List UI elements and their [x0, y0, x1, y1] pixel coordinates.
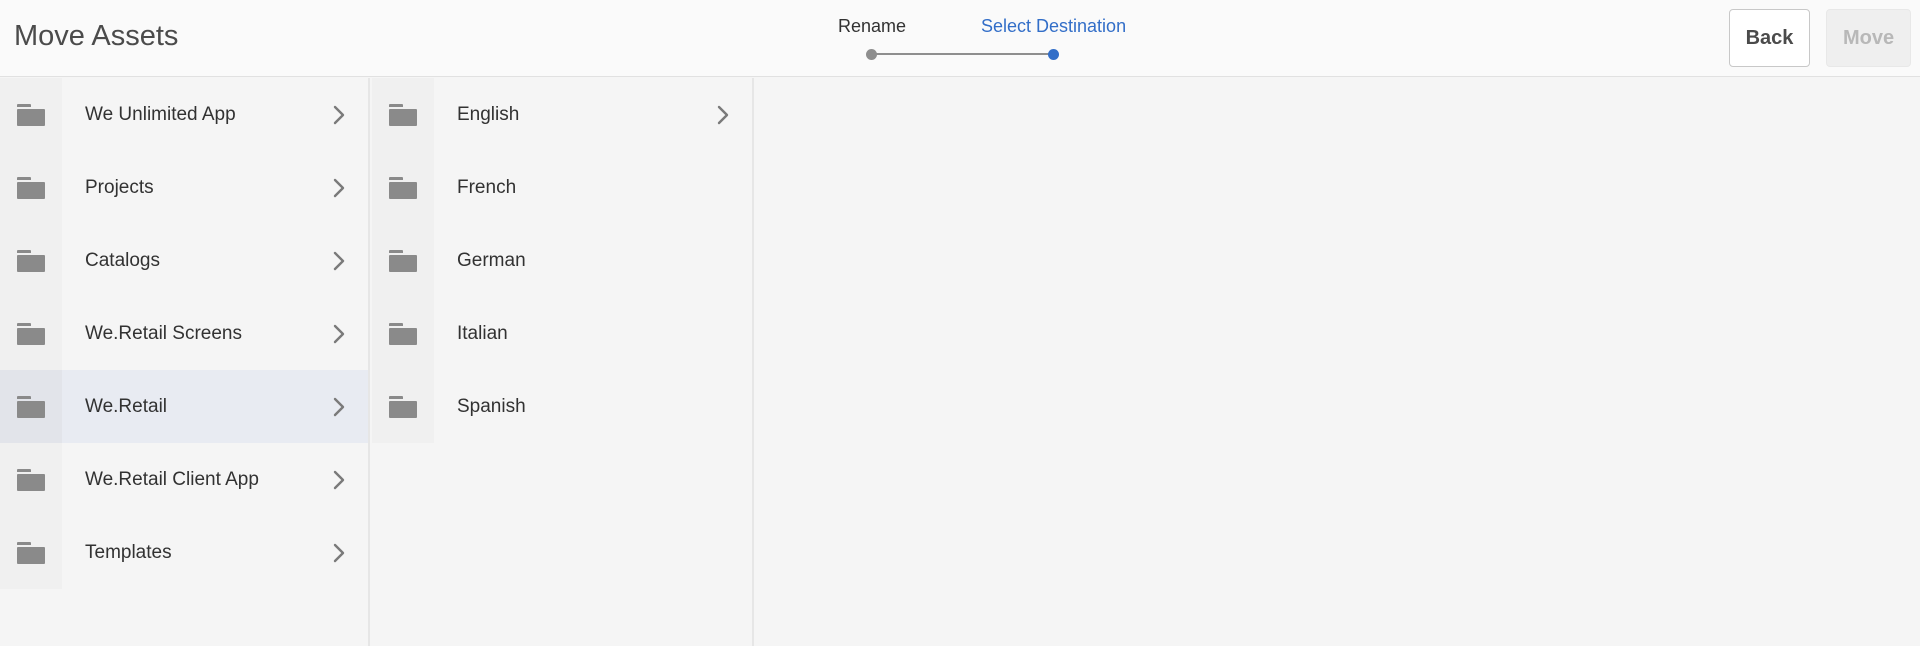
folder-row[interactable]: German — [372, 224, 752, 297]
folder-thumbnail — [0, 370, 62, 443]
folder-thumbnail — [372, 151, 434, 224]
folder-row[interactable]: Catalogs — [0, 224, 368, 297]
chevron-right-icon[interactable] — [332, 250, 346, 272]
folder-thumbnail — [372, 78, 434, 151]
step-select-destination-dot — [1048, 49, 1059, 60]
folder-label: Templates — [85, 541, 172, 563]
page-title: Move Assets — [14, 20, 179, 52]
folder-thumbnail — [0, 443, 62, 516]
chevron-right-icon[interactable] — [332, 469, 346, 491]
folder-icon — [389, 103, 417, 126]
folder-label: Catalogs — [85, 249, 160, 271]
folder-label: Projects — [85, 176, 154, 198]
step-select-destination-label: Select Destination — [981, 16, 1127, 36]
folder-label: French — [457, 176, 517, 198]
column-2: English French German Italian Spanish — [372, 78, 754, 646]
folder-row[interactable]: We.Retail Client App — [0, 443, 368, 516]
wizard-steps: Rename Select Destination — [830, 14, 1130, 64]
folder-thumbnail — [0, 516, 62, 589]
folder-row[interactable]: Spanish — [372, 370, 752, 443]
folder-row[interactable]: We.Retail — [0, 370, 368, 443]
folder-thumbnail — [0, 297, 62, 370]
folder-icon — [17, 322, 45, 345]
folder-row[interactable]: Projects — [0, 151, 368, 224]
folder-label: We.Retail Client App — [85, 468, 259, 490]
folder-label: Italian — [457, 322, 508, 344]
header-bar: Move Assets Rename Select Destination Ba… — [0, 0, 1920, 77]
folder-icon — [17, 103, 45, 126]
folder-thumbnail — [0, 151, 62, 224]
chevron-right-icon[interactable] — [332, 542, 346, 564]
folder-icon — [17, 249, 45, 272]
step-rename-dot — [866, 49, 877, 60]
folder-row[interactable]: We Unlimited App — [0, 78, 368, 151]
folder-row[interactable]: English — [372, 78, 752, 151]
folder-row[interactable]: Templates — [0, 516, 368, 589]
folder-icon — [389, 395, 417, 418]
folder-icon — [17, 468, 45, 491]
column-1: We Unlimited App Projects Catalogs We.Retai… — [0, 78, 370, 646]
folder-thumbnail — [372, 297, 434, 370]
folder-row[interactable]: French — [372, 151, 752, 224]
folder-icon — [389, 322, 417, 345]
folder-row[interactable]: We.Retail Screens — [0, 297, 368, 370]
folder-label: We.Retail — [85, 395, 168, 417]
step-connector-line — [872, 53, 1054, 55]
folder-thumbnail — [0, 224, 62, 297]
folder-label: German — [457, 249, 526, 271]
folder-thumbnail — [0, 78, 62, 151]
chevron-right-icon[interactable] — [332, 177, 346, 199]
folder-thumbnail — [372, 224, 434, 297]
chevron-right-icon[interactable] — [332, 396, 346, 418]
folder-label: Spanish — [457, 395, 526, 417]
folder-label: We.Retail Screens — [85, 322, 242, 344]
folder-icon — [17, 176, 45, 199]
chevron-right-icon[interactable] — [716, 104, 730, 126]
folder-icon — [17, 541, 45, 564]
move-button[interactable]: Move — [1826, 9, 1911, 67]
step-rename-label: Rename — [838, 16, 907, 36]
chevron-right-icon[interactable] — [332, 323, 346, 345]
column-3-empty — [756, 78, 1920, 646]
folder-label: English — [457, 103, 520, 125]
folder-icon — [389, 249, 417, 272]
chevron-right-icon[interactable] — [332, 104, 346, 126]
folder-icon — [389, 176, 417, 199]
back-button[interactable]: Back — [1729, 9, 1810, 67]
folder-row[interactable]: Italian — [372, 297, 752, 370]
folder-icon — [17, 395, 45, 418]
folder-label: We Unlimited App — [85, 103, 236, 125]
folder-thumbnail — [372, 370, 434, 443]
